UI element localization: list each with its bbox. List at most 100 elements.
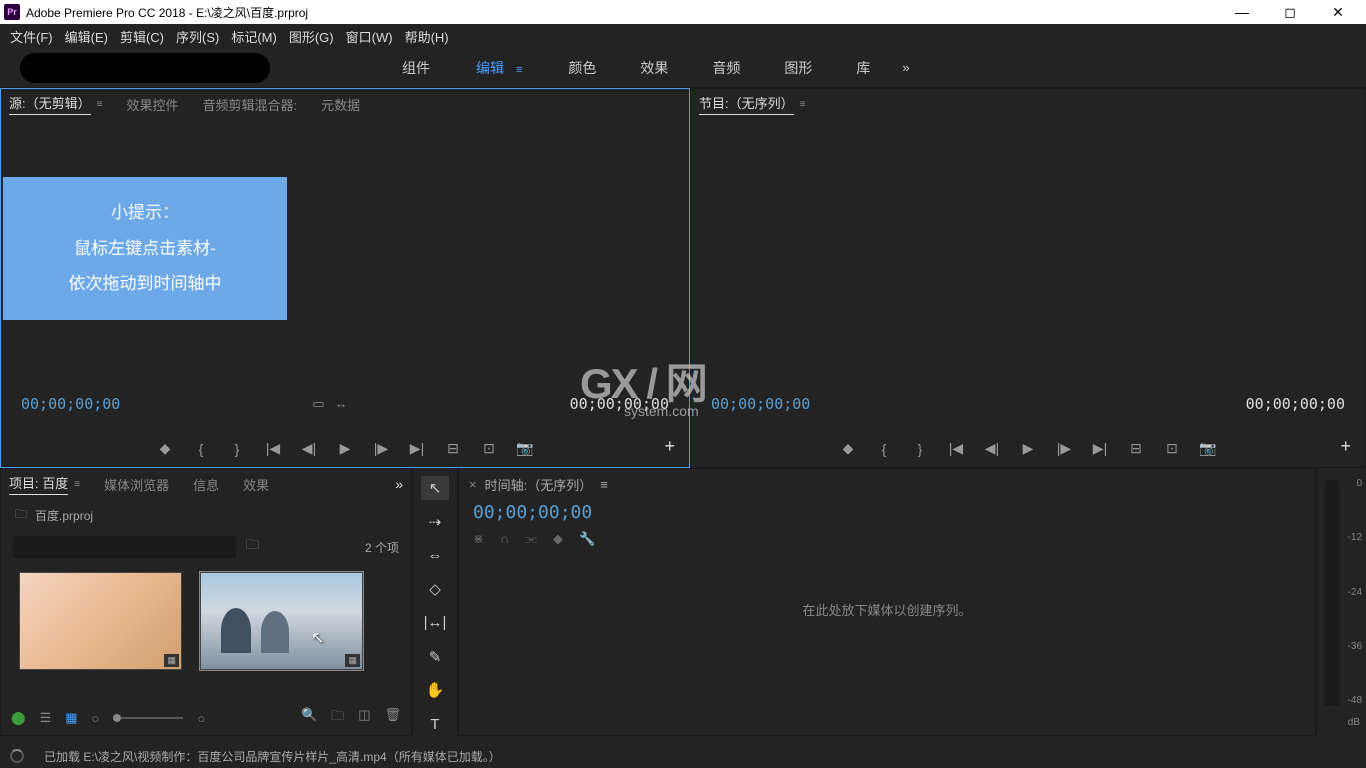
workspace-graphics[interactable]: 图形	[782, 54, 814, 82]
menu-sequence[interactable]: 序列(S)	[170, 27, 225, 46]
fit-icon[interactable]: ▭	[312, 396, 324, 412]
menu-bar: 文件(F) 编辑(E) 剪辑(C) 序列(S) 标记(M) 图形(G) 窗口(W…	[0, 24, 1366, 48]
marker-icon[interactable]: ◆	[553, 531, 563, 547]
selection-tool-icon[interactable]: ↖	[421, 476, 449, 500]
tab-info[interactable]: 信息	[193, 475, 219, 494]
add-button-icon[interactable]: +	[1340, 436, 1351, 457]
close-button[interactable]: ✕	[1324, 4, 1352, 21]
tab-effect-controls[interactable]: 效果控件	[126, 95, 178, 114]
export-frame-icon[interactable]: 📷	[1199, 440, 1217, 457]
play-icon[interactable]: ▶	[1019, 440, 1037, 457]
maximize-button[interactable]: ◻	[1276, 4, 1304, 21]
tab-project[interactable]: 项目: 百度	[9, 473, 68, 495]
project-tabs-overflow[interactable]: »	[395, 476, 403, 492]
panel-menu-icon[interactable]: ≡	[600, 477, 608, 492]
menu-edit[interactable]: 编辑(E)	[59, 27, 114, 46]
workspace-color[interactable]: 颜色	[566, 54, 598, 82]
tab-metadata[interactable]: 元数据	[321, 95, 360, 114]
workspace-effects[interactable]: 效果	[638, 54, 670, 82]
insert-sequence-icon[interactable]: ⋇	[473, 531, 484, 547]
find-icon[interactable]: 🔍	[301, 707, 317, 729]
ripple-edit-tool-icon[interactable]: ⇔	[421, 544, 449, 568]
menu-marker[interactable]: 标记(M)	[225, 27, 283, 46]
go-to-in-icon[interactable]: |◀	[264, 440, 282, 457]
go-to-out-icon[interactable]: ▶|	[1091, 440, 1109, 457]
menu-clip[interactable]: 剪辑(C)	[114, 27, 170, 46]
panel-menu-icon[interactable]: ≡	[800, 99, 806, 110]
step-forward-icon[interactable]: |▶	[1055, 440, 1073, 457]
go-to-out-icon[interactable]: ▶|	[408, 440, 426, 457]
program-in-timecode[interactable]: 00;00;00;00	[711, 395, 810, 413]
close-tab-icon[interactable]: ×	[469, 477, 477, 492]
media-thumbnail[interactable]: ▦	[19, 572, 182, 670]
out-point-icon[interactable]: }	[228, 441, 246, 457]
lift-icon[interactable]: ⊟	[1127, 440, 1145, 457]
insert-icon[interactable]: ⊟	[444, 440, 462, 457]
menu-help[interactable]: 帮助(H)	[399, 27, 455, 46]
source-in-timecode[interactable]: 00;00;00;00	[21, 395, 120, 413]
tab-effects[interactable]: 效果	[243, 475, 269, 494]
icon-view-icon[interactable]: ▦	[65, 710, 77, 726]
snap-icon[interactable]: ∩	[500, 531, 509, 547]
extract-icon[interactable]: ⊡	[1163, 440, 1181, 457]
type-tool-icon[interactable]: T	[421, 712, 449, 736]
list-view-icon[interactable]: ☰	[40, 710, 52, 726]
new-bin-icon[interactable]: 🗀	[331, 707, 344, 729]
minimize-button[interactable]: —	[1228, 4, 1256, 21]
workspace-audio[interactable]: 音频	[710, 54, 742, 82]
workspace-bar: 组件 编辑≡ 颜色 效果 音频 图形 库 »	[0, 48, 1366, 88]
tip-title: 小提示：	[3, 195, 287, 231]
zoom-slider[interactable]	[113, 717, 183, 719]
step-forward-icon[interactable]: |▶	[372, 440, 390, 457]
tip-line2: 依次拖动到时间轴中	[3, 266, 287, 302]
workspace-overflow[interactable]: »	[902, 60, 909, 75]
step-back-icon[interactable]: ◀|	[300, 440, 318, 457]
tab-audio-mixer[interactable]: 音频剪辑混合器:	[202, 95, 297, 114]
go-to-in-icon[interactable]: |◀	[947, 440, 965, 457]
delete-icon[interactable]: 🗑	[384, 707, 401, 729]
workspace-libraries[interactable]: 库	[854, 54, 872, 82]
hand-tool-icon[interactable]: ✋	[421, 679, 449, 703]
step-back-icon[interactable]: ◀|	[983, 440, 1001, 457]
play-icon[interactable]: ▶	[336, 440, 354, 457]
program-panel: 节目:（无序列） ≡ 00;00;00;00 00;00;00;00 ◆ { }…	[690, 88, 1366, 468]
marker-icon[interactable]: ◆	[156, 440, 174, 457]
resolution-icon[interactable]: ↔	[335, 396, 348, 412]
settings-icon[interactable]: 🔧	[579, 531, 595, 547]
zoom-out-icon[interactable]: ○	[92, 711, 100, 726]
add-button-icon[interactable]: +	[664, 436, 675, 457]
menu-graphics[interactable]: 图形(G)	[283, 27, 340, 46]
in-point-icon[interactable]: {	[192, 441, 210, 457]
menu-file[interactable]: 文件(F)	[4, 27, 59, 46]
panel-menu-icon[interactable]: ≡	[97, 99, 103, 110]
menu-window[interactable]: 窗口(W)	[340, 27, 399, 46]
media-thumbnail[interactable]: ↖ ▦	[200, 572, 363, 670]
workspace-assembly[interactable]: 组件	[400, 54, 432, 82]
panel-menu-icon[interactable]: ≡	[74, 479, 80, 490]
tab-timeline[interactable]: 时间轴:（无序列）	[485, 475, 593, 494]
tab-media-browser[interactable]: 媒体浏览器	[104, 475, 169, 494]
clip-badge-icon: ▦	[164, 654, 179, 667]
workspace-editing[interactable]: 编辑≡	[472, 54, 526, 82]
tab-source[interactable]: 源:（无剪辑）	[9, 93, 91, 115]
program-transport: ◆ { } |◀ ◀| ▶ |▶ ▶| ⊟ ⊡ 📷	[691, 440, 1365, 457]
zoom-in-icon[interactable]: ○	[197, 711, 205, 726]
overwrite-icon[interactable]: ⊡	[480, 440, 498, 457]
razor-tool-icon[interactable]: ◇	[421, 577, 449, 601]
new-item-icon[interactable]: ◫	[358, 707, 370, 729]
track-select-tool-icon[interactable]: ⇢	[421, 510, 449, 534]
tab-program[interactable]: 节目:（无序列）	[699, 93, 794, 115]
export-frame-icon[interactable]: 📷	[516, 440, 534, 457]
write-toggle-icon[interactable]: ⬤	[11, 710, 26, 726]
out-point-icon[interactable]: }	[911, 441, 929, 457]
new-bin-icon[interactable]: 🗀	[246, 536, 259, 558]
in-point-icon[interactable]: {	[875, 441, 893, 457]
marker-icon[interactable]: ◆	[839, 440, 857, 457]
timeline-timecode[interactable]: 00;00;00;00	[459, 500, 1315, 525]
slip-tool-icon[interactable]: |↔|	[421, 611, 449, 635]
pen-tool-icon[interactable]: ✎	[421, 645, 449, 669]
status-text: 已加载 E:\凌之风\视频制作：百度公司品牌宣传片样片_高清.mp4（所有媒体已…	[44, 748, 501, 765]
window-title: Adobe Premiere Pro CC 2018 - E:\凌之风\百度.p…	[26, 4, 308, 21]
project-search-input[interactable]	[13, 536, 236, 558]
linked-selection-icon[interactable]: ⫘	[525, 531, 537, 547]
